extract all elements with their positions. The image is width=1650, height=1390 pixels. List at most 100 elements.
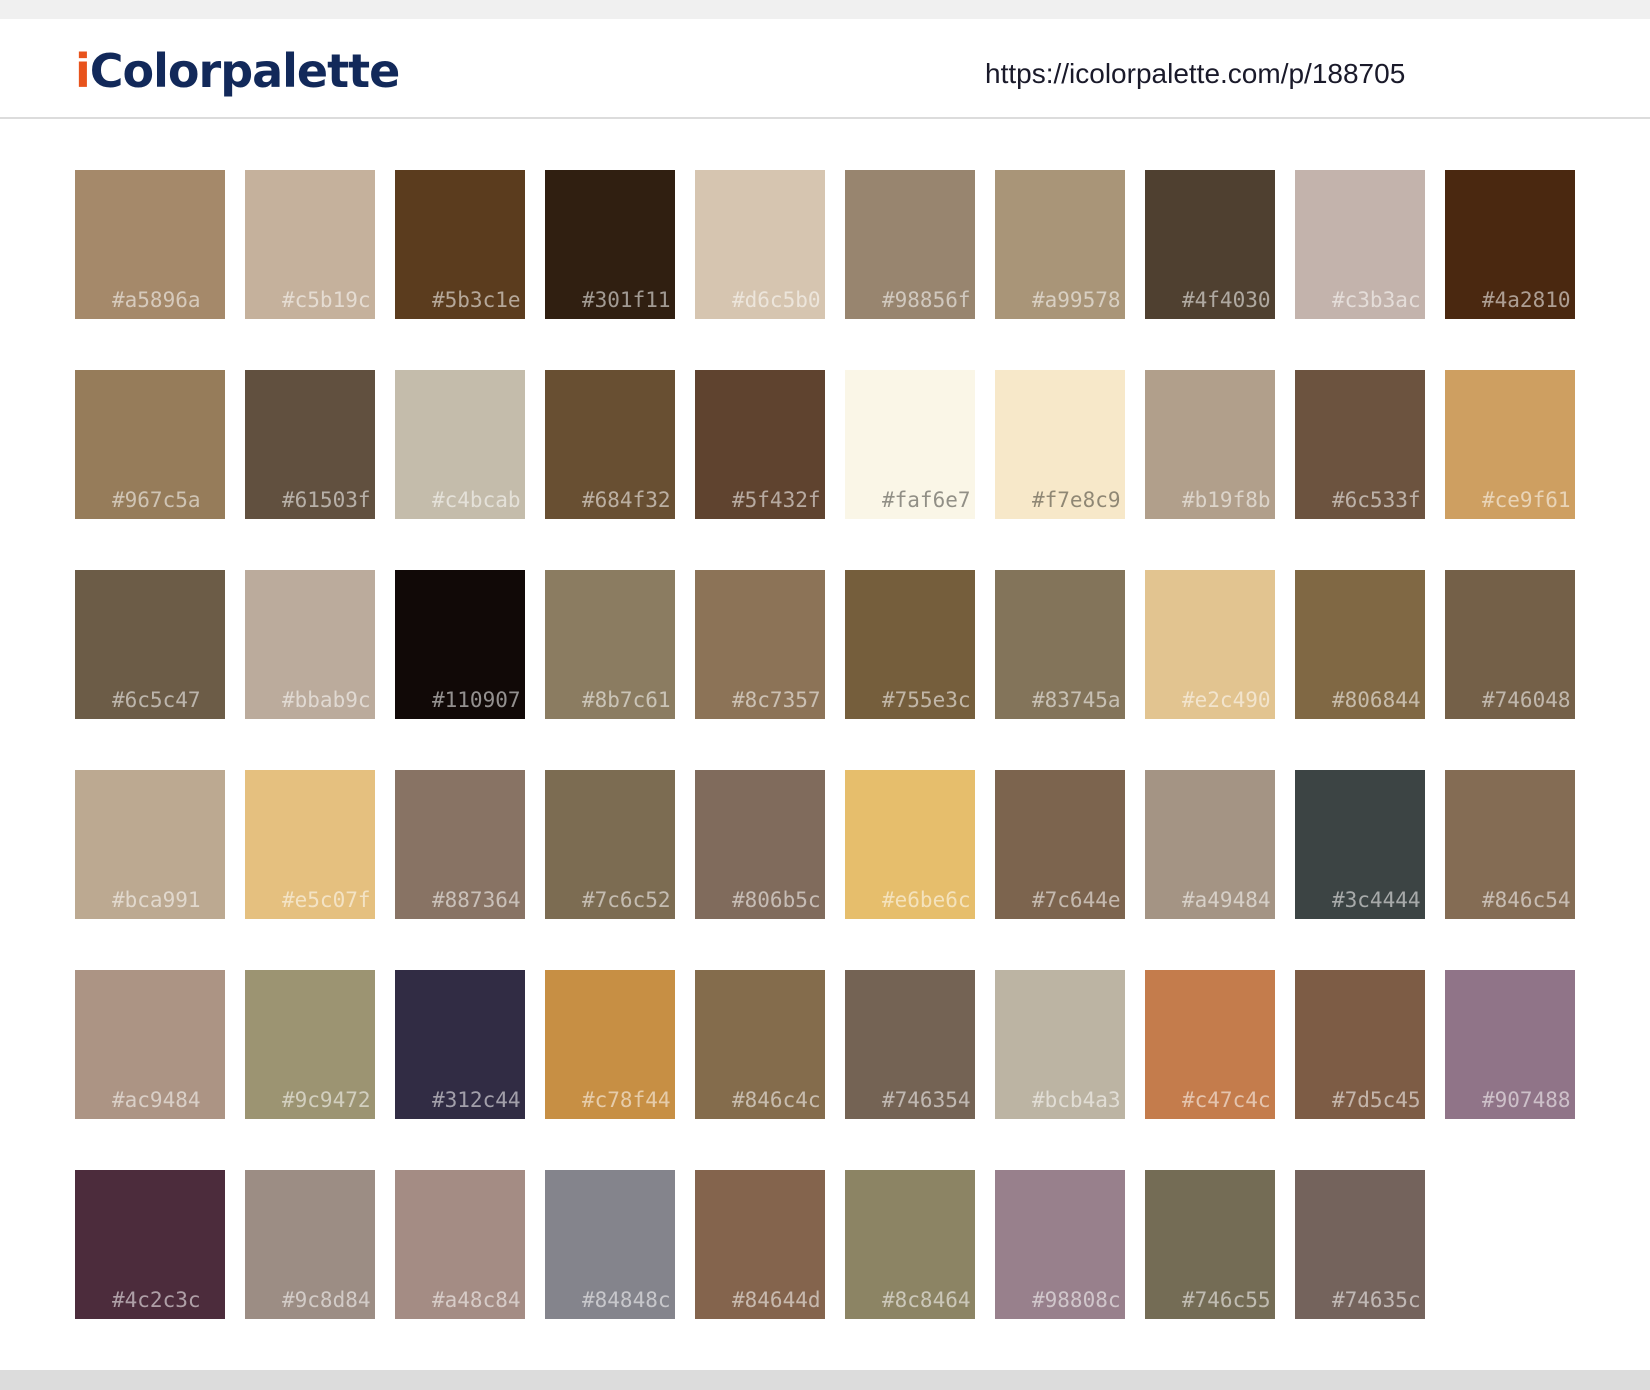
color-swatch[interactable]: #74635c (1295, 1170, 1425, 1319)
swatch-hex-label: #c4bcab (432, 488, 521, 512)
swatch-hex-label: #ce9f61 (1482, 488, 1571, 512)
swatch-hex-label: #a49484 (1182, 888, 1271, 912)
color-swatch[interactable]: #98808c (995, 1170, 1125, 1319)
color-swatch[interactable]: #bcb4a3 (995, 970, 1125, 1119)
swatch-grid: #a5896a #c5b19c #5b3c1e #301f11 #d6c5b0 #9885… (0, 19, 1650, 1370)
swatch-hex-label: #4c2c3c (112, 1288, 201, 1312)
color-swatch[interactable]: #61503f (245, 370, 375, 519)
color-swatch[interactable]: #b19f8b (1145, 370, 1275, 519)
bottom-strip (0, 1370, 1650, 1390)
color-swatch[interactable]: #a99578 (995, 170, 1125, 319)
color-swatch[interactable]: #a48c84 (395, 1170, 525, 1319)
swatch-hex-label: #98856f (882, 288, 971, 312)
color-swatch[interactable]: #4a2810 (1445, 170, 1575, 319)
color-swatch[interactable]: #c47c4c (1145, 970, 1275, 1119)
swatch-hex-label: #4f4030 (1182, 288, 1271, 312)
swatch-hex-label: #9c8d84 (282, 1288, 371, 1312)
color-swatch[interactable]: #806b5c (695, 770, 825, 919)
swatch-hex-label: #c47c4c (1182, 1088, 1271, 1112)
color-swatch[interactable]: #7c6c52 (545, 770, 675, 919)
swatch-hex-label: #806844 (1332, 688, 1421, 712)
swatch-hex-label: #967c5a (112, 488, 201, 512)
top-strip (0, 0, 1650, 19)
color-swatch[interactable]: #8c7357 (695, 570, 825, 719)
swatch-hex-label: #c5b19c (282, 288, 371, 312)
color-swatch[interactable]: #4f4030 (1145, 170, 1275, 319)
color-swatch[interactable]: #746354 (845, 970, 975, 1119)
swatch-hex-label: #8c7357 (732, 688, 821, 712)
color-swatch[interactable]: #c78f44 (545, 970, 675, 1119)
swatch-hex-label: #8b7c61 (582, 688, 671, 712)
swatch-hex-label: #b19f8b (1182, 488, 1271, 512)
swatch-hex-label: #8c8464 (882, 1288, 971, 1312)
color-swatch[interactable]: #e5c07f (245, 770, 375, 919)
swatch-hex-label: #74635c (1332, 1288, 1421, 1312)
color-swatch[interactable]: #5f432f (695, 370, 825, 519)
swatch-hex-label: #c3b3ac (1332, 288, 1421, 312)
color-swatch[interactable]: #c3b3ac (1295, 170, 1425, 319)
color-swatch[interactable]: #7c644e (995, 770, 1125, 919)
swatch-hex-label: #c78f44 (582, 1088, 671, 1112)
color-swatch[interactable]: #6c533f (1295, 370, 1425, 519)
swatch-hex-label: #7d5c45 (1332, 1088, 1421, 1112)
swatch-hex-label: #746048 (1482, 688, 1571, 712)
color-swatch[interactable]: #e2c490 (1145, 570, 1275, 719)
color-swatch[interactable]: #5b3c1e (395, 170, 525, 319)
color-swatch[interactable]: #f7e8c9 (995, 370, 1125, 519)
color-swatch[interactable]: #967c5a (75, 370, 225, 519)
color-swatch[interactable]: #4c2c3c (75, 1170, 225, 1319)
color-swatch[interactable]: #746c55 (1145, 1170, 1275, 1319)
swatch-hex-label: #9c9472 (282, 1088, 371, 1112)
color-swatch[interactable]: #a5896a (75, 170, 225, 319)
swatch-hex-label: #61503f (282, 488, 371, 512)
color-swatch[interactable]: #846c54 (1445, 770, 1575, 919)
swatch-hex-label: #e5c07f (282, 888, 371, 912)
color-swatch[interactable]: #110907 (395, 570, 525, 719)
swatch-hex-label: #a5896a (112, 288, 201, 312)
color-swatch[interactable]: #3c4444 (1295, 770, 1425, 919)
color-swatch[interactable]: #9c8d84 (245, 1170, 375, 1319)
color-swatch[interactable]: #84644d (695, 1170, 825, 1319)
color-swatch[interactable]: #84848c (545, 1170, 675, 1319)
color-swatch[interactable]: #684f32 (545, 370, 675, 519)
swatch-hex-label: #6c533f (1332, 488, 1421, 512)
swatch-hex-label: #bcb4a3 (1032, 1088, 1121, 1112)
swatch-hex-label: #301f11 (582, 288, 671, 312)
color-swatch[interactable]: #8b7c61 (545, 570, 675, 719)
swatch-hex-label: #684f32 (582, 488, 671, 512)
color-swatch[interactable]: #755e3c (845, 570, 975, 719)
swatch-hex-label: #f7e8c9 (1032, 488, 1121, 512)
color-swatch[interactable]: #312c44 (395, 970, 525, 1119)
color-swatch[interactable]: #806844 (1295, 570, 1425, 719)
color-swatch[interactable]: #9c9472 (245, 970, 375, 1119)
color-swatch[interactable]: #7d5c45 (1295, 970, 1425, 1119)
color-swatch[interactable]: #ce9f61 (1445, 370, 1575, 519)
swatch-hex-label: #bca991 (112, 888, 201, 912)
swatch-hex-label: #110907 (432, 688, 521, 712)
swatch-hex-label: #6c5c47 (112, 688, 201, 712)
color-swatch[interactable]: #8c8464 (845, 1170, 975, 1319)
color-swatch[interactable]: #bca991 (75, 770, 225, 919)
swatch-hex-label: #bbab9c (282, 688, 371, 712)
color-swatch[interactable]: #301f11 (545, 170, 675, 319)
color-swatch[interactable]: #83745a (995, 570, 1125, 719)
color-swatch[interactable]: #ac9484 (75, 970, 225, 1119)
swatch-hex-label: #312c44 (432, 1088, 521, 1112)
color-swatch[interactable]: #98856f (845, 170, 975, 319)
palette-page: iColorpalette https://icolorpalette.com/… (0, 19, 1650, 1370)
color-swatch[interactable]: #e6be6c (845, 770, 975, 919)
color-swatch[interactable]: #6c5c47 (75, 570, 225, 719)
color-swatch[interactable]: #faf6e7 (845, 370, 975, 519)
color-swatch[interactable]: #746048 (1445, 570, 1575, 719)
color-swatch[interactable]: #d6c5b0 (695, 170, 825, 319)
color-swatch[interactable]: #c4bcab (395, 370, 525, 519)
swatch-hex-label: #907488 (1482, 1088, 1571, 1112)
color-swatch[interactable]: #c5b19c (245, 170, 375, 319)
color-swatch[interactable]: #bbab9c (245, 570, 375, 719)
color-swatch[interactable]: #887364 (395, 770, 525, 919)
color-swatch[interactable]: #a49484 (1145, 770, 1275, 919)
color-swatch[interactable]: #846c4c (695, 970, 825, 1119)
swatch-hex-label: #746c55 (1182, 1288, 1271, 1312)
color-swatch[interactable]: #907488 (1445, 970, 1575, 1119)
swatch-hex-label: #a99578 (1032, 288, 1121, 312)
